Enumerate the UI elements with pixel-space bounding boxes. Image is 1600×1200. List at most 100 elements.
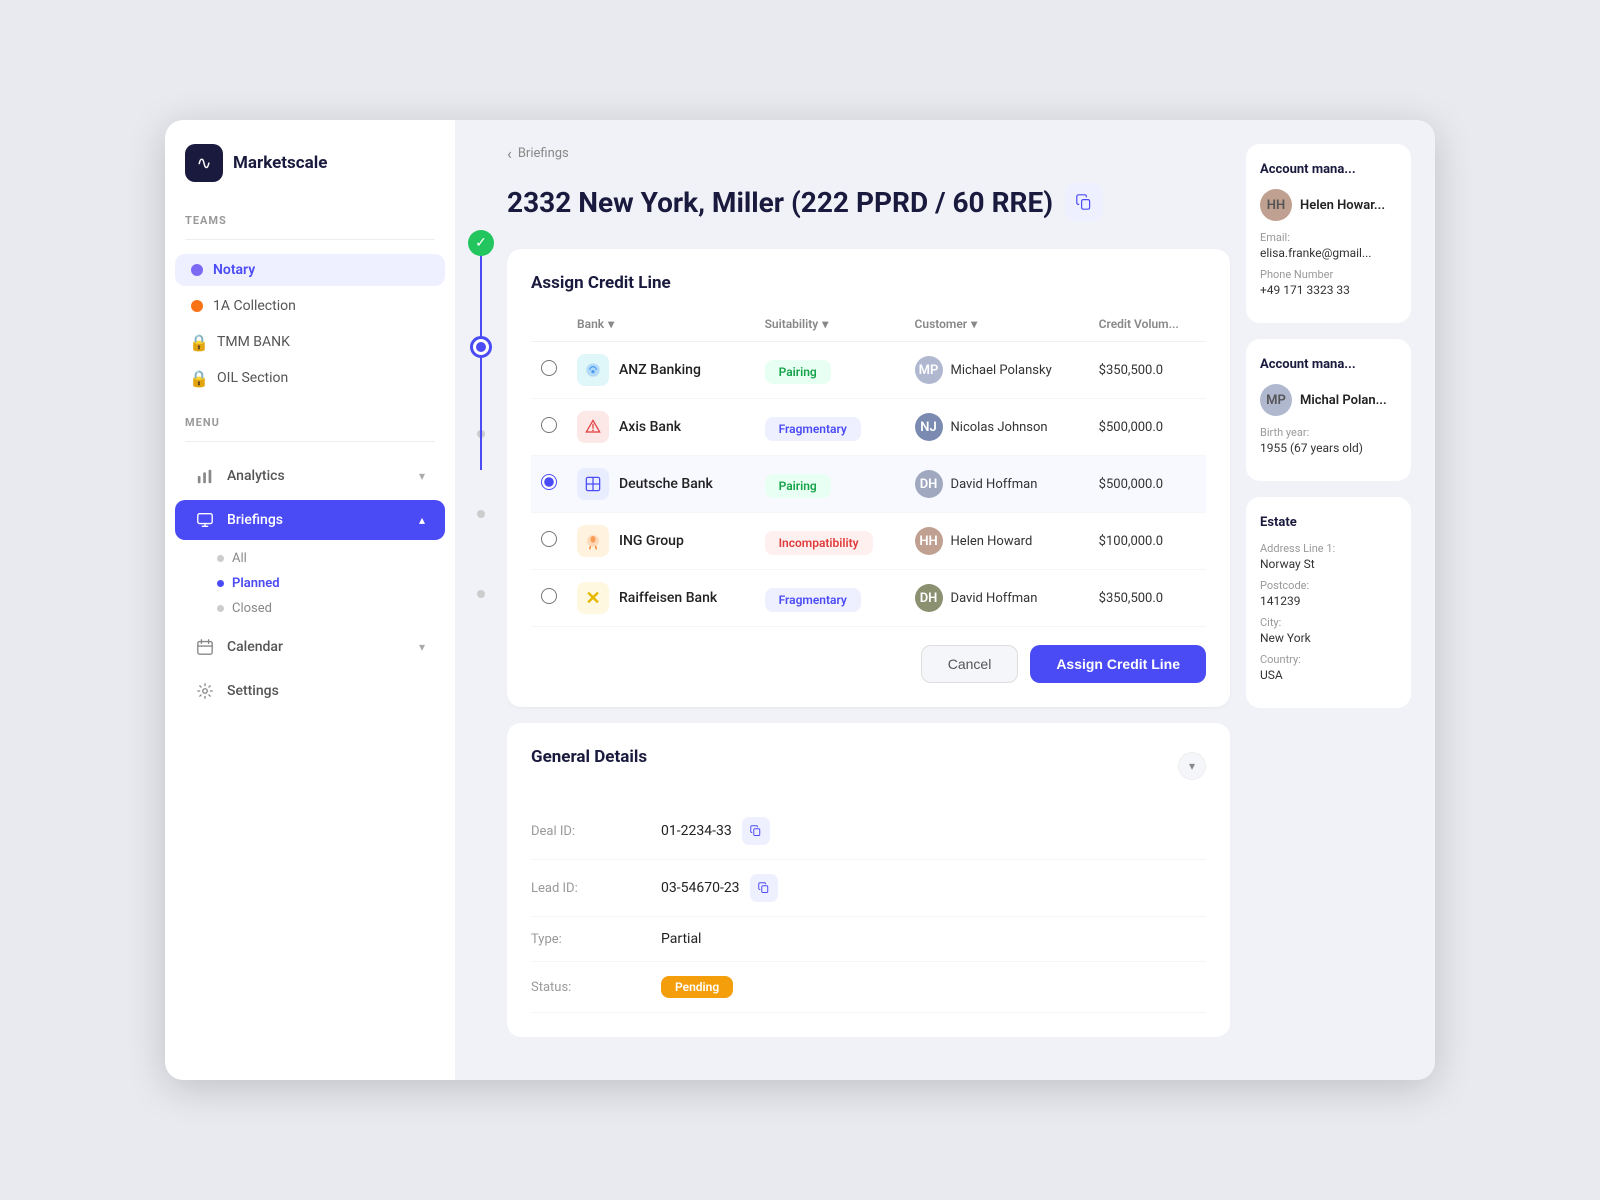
account-manager-2-title: Account mana... <box>1260 357 1397 372</box>
table-row: ✕ Raiffeisen Bank Fragmentary DH <box>531 570 1206 627</box>
calendar-label: Calendar <box>227 639 407 655</box>
right-panel: Account mana... HH Helen Howar... Email:… <box>1246 144 1411 1064</box>
birth-year-value: 1955 (67 years old) <box>1260 441 1397 455</box>
menu-item-calendar[interactable]: Calendar ▾ <box>175 627 445 667</box>
menu-item-settings[interactable]: Settings <box>175 671 445 711</box>
menu-divider <box>185 441 435 442</box>
account-person-2: MP Michal Polan... <box>1260 384 1397 416</box>
col-select <box>531 311 567 342</box>
country-value: USA <box>1260 668 1397 682</box>
city-label: City: <box>1260 616 1397 629</box>
oil-label: OIL Section <box>217 370 288 386</box>
country-label: Country: <box>1260 653 1397 666</box>
menu-item-briefings[interactable]: Briefings ▴ <box>175 500 445 540</box>
detail-row-type: Type: Partial <box>531 917 1206 962</box>
timeline-check: ✓ <box>468 230 494 256</box>
briefings-chevron: ▴ <box>419 513 425 527</box>
avatar-ing: HH <box>915 527 943 555</box>
anz-logo <box>577 354 609 386</box>
customer-sort-icon: ▾ <box>971 317 977 331</box>
sidebar-item-1a-collection[interactable]: 1A Collection <box>175 290 445 322</box>
lead-id-label: Lead ID: <box>531 881 661 896</box>
customer-anz: MP Michael Polansky <box>905 342 1089 399</box>
assign-credit-button[interactable]: Assign Credit Line <box>1030 645 1206 683</box>
all-label: All <box>232 551 247 566</box>
submenu-planned[interactable]: Planned <box>217 571 455 596</box>
menu-item-analytics[interactable]: Analytics ▾ <box>175 456 445 496</box>
avatar-axis: NJ <box>915 413 943 441</box>
row-select-axis[interactable] <box>531 399 567 456</box>
timeline-active-dot <box>470 336 492 358</box>
row-select-deutsche[interactable] <box>531 456 567 513</box>
logo-icon: ∿ <box>185 144 223 182</box>
city-value: New York <box>1260 631 1397 645</box>
timeline-line <box>480 250 482 470</box>
details-header: General Details ▾ <box>531 747 1206 785</box>
timeline-inner-dot <box>476 342 486 352</box>
credit-anz: $350,500.0 <box>1089 342 1206 399</box>
analytics-chevron: ▾ <box>419 469 425 483</box>
row-select-raiffeisen[interactable] <box>531 570 567 627</box>
table-row: Deutsche Bank Pairing DH David Hoffm <box>531 456 1206 513</box>
briefings-label: Briefings <box>227 512 407 528</box>
calendar-icon <box>195 637 215 657</box>
breadcrumb[interactable]: ‹ Briefings <box>507 144 1230 163</box>
col-suitability: Suitability ▾ <box>755 311 905 342</box>
menu-label: MENU <box>165 416 455 429</box>
sidebar-item-tmm-bank[interactable]: 🔒 TMM BANK <box>175 326 445 358</box>
sidebar-item-oil-section[interactable]: 🔒 OIL Section <box>175 362 445 394</box>
timeline: ✓ <box>455 120 507 1080</box>
credit-table: Bank ▾ Suitability ▾ <box>531 311 1206 627</box>
suitability-ing: Incompatibility <box>755 513 905 570</box>
submenu-closed[interactable]: Closed <box>217 596 455 621</box>
lead-id-copy-button[interactable] <box>750 874 778 902</box>
cancel-button[interactable]: Cancel <box>921 645 1019 683</box>
main-panel: ‹ Briefings 2332 New York, Miller (222 P… <box>507 144 1230 1064</box>
phone-value-1: +49 171 3323 33 <box>1260 283 1397 297</box>
col-credit-volume: Credit Volum... <box>1089 311 1206 342</box>
estate-card: Estate Address Line 1: Norway St Postcod… <box>1246 497 1411 708</box>
detail-row-deal-id: Deal ID: 01-2234-33 <box>531 803 1206 860</box>
avatar-deutsche: DH <box>915 470 943 498</box>
account-manager-2-card: Account mana... MP Michal Polan... Birth… <box>1246 339 1411 481</box>
suitability-anz: Pairing <box>755 342 905 399</box>
title-copy-button[interactable] <box>1065 183 1103 221</box>
ing-logo <box>577 525 609 557</box>
bank-sort-icon: ▾ <box>608 317 614 331</box>
submenu-all[interactable]: All <box>217 546 455 571</box>
lock-icon-oil: 🔒 <box>191 370 207 386</box>
email-value-1: elisa.franke@gmail... <box>1260 246 1397 260</box>
deal-id-copy-button[interactable] <box>742 817 770 845</box>
status-label: Status: <box>531 980 661 995</box>
type-label: Type: <box>531 932 661 947</box>
briefings-submenu: All Planned Closed <box>165 542 455 625</box>
type-value: Partial <box>661 931 701 947</box>
closed-dot <box>217 605 224 612</box>
avatar-anz: MP <box>915 356 943 384</box>
row-select-anz[interactable] <box>531 342 567 399</box>
sidebar: ∿ Marketscale TEAMS Notary 1A Collection… <box>165 120 455 1080</box>
table-actions: Cancel Assign Credit Line <box>531 645 1206 683</box>
timeline-sm-dot-3 <box>477 590 485 598</box>
closed-label: Closed <box>232 601 272 616</box>
account-person-1: HH Helen Howar... <box>1260 189 1397 221</box>
analytics-label: Analytics <box>227 468 407 484</box>
bank-cell-anz: ANZ Banking <box>567 342 755 399</box>
postcode-value: 141239 <box>1260 594 1397 608</box>
collection-dot <box>191 300 203 312</box>
address-label: Address Line 1: <box>1260 542 1397 555</box>
status-value: Pending <box>661 976 733 998</box>
credit-ing: $100,000.0 <box>1089 513 1206 570</box>
row-select-ing[interactable] <box>531 513 567 570</box>
general-details-card: General Details ▾ Deal ID: 01-2234-33 <box>507 723 1230 1037</box>
account-avatar-2: MP <box>1260 384 1292 416</box>
customer-raiffeisen: DH David Hoffman <box>905 570 1089 627</box>
credit-raiffeisen: $350,500.0 <box>1089 570 1206 627</box>
sidebar-item-notary[interactable]: Notary <box>175 254 445 286</box>
suitability-raiffeisen: Fragmentary <box>755 570 905 627</box>
details-title: General Details <box>531 747 647 767</box>
details-collapse-button[interactable]: ▾ <box>1178 752 1206 780</box>
lock-icon-tmm: 🔒 <box>191 334 207 350</box>
assign-credit-title: Assign Credit Line <box>531 273 1206 293</box>
account-avatar-1: HH <box>1260 189 1292 221</box>
